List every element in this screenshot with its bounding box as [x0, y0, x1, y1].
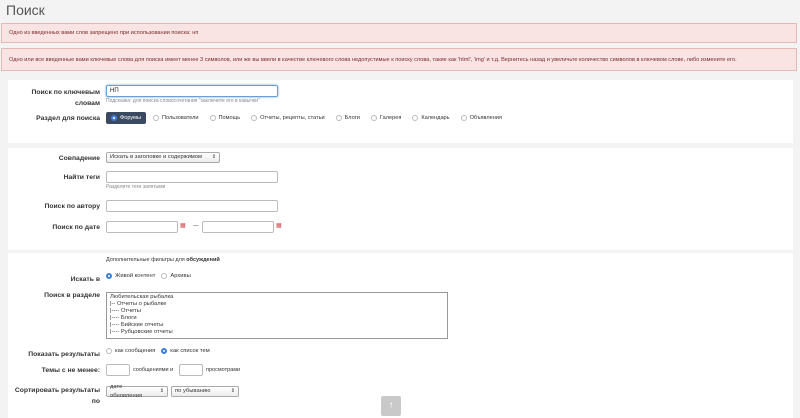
option-as-posts[interactable]: как сообщения [106, 348, 155, 354]
option-archives[interactable]: Архивы [161, 273, 191, 279]
tab-label: Календарь [421, 115, 450, 121]
extra-prefix: Дополнительные фильтры для [106, 257, 185, 263]
chevron-updown-icon: ⇕ [230, 388, 235, 394]
radio-icon [412, 115, 419, 121]
author-input[interactable] [106, 200, 278, 212]
search-section-label: Поиск в разделе [44, 292, 100, 299]
radio-icon [251, 115, 258, 121]
tags-label: Найти теги [63, 174, 100, 181]
filters-panel: Совпадение Искать в заголовке и содержим… [8, 148, 793, 250]
tab-reports[interactable]: Отчеты, рецепты, статьи [251, 112, 325, 124]
tab-label: Блоги [344, 115, 360, 121]
scroll-to-top-button[interactable]: ↑ [381, 396, 401, 416]
tab-label: Отчеты, рецепты, статьи [260, 115, 325, 121]
min-views-input[interactable] [179, 364, 203, 376]
radio-icon [106, 348, 112, 354]
radio-icon [161, 273, 168, 279]
option-label: как список тем [170, 348, 210, 354]
match-label: Совпадение [58, 155, 100, 162]
search-in-label: Искать в [70, 276, 100, 283]
tab-label: Галерея [379, 115, 402, 121]
keyword-panel: Поиск по ключевым словам НП Подсказка: д… [8, 80, 793, 143]
sort-order-value: по убыванию [175, 388, 211, 394]
tags-input[interactable] [106, 171, 278, 183]
tab-gallery[interactable]: Галерея [370, 112, 402, 124]
sort-by-select[interactable]: дате обновления ⇕ [106, 384, 168, 399]
chevron-updown-icon: ⇕ [159, 388, 164, 394]
min-topics-label: Темы с не менее: [41, 367, 100, 374]
sort-order-select[interactable]: по убыванию ⇕ [171, 386, 239, 397]
search-section-listbox[interactable]: Любительская рыбалка |-- Отчеты о рыбалк… [106, 292, 448, 339]
min-posts-input[interactable] [106, 364, 130, 376]
extra-filters-caption: Дополнительные фильтры для обсуждений [106, 257, 220, 263]
keywords-label: Поиск по ключевым словам [31, 89, 100, 107]
error-message-short-keyword: Одно или все введенные вами ключевые сло… [1, 48, 797, 71]
show-results-options: как сообщения как список тем [106, 348, 216, 354]
radio-icon [335, 115, 342, 121]
radio-icon [209, 115, 216, 121]
radio-icon [111, 115, 117, 121]
radio-icon [106, 273, 112, 279]
section-tabs: Форумы Пользователи Помощь Отчеты, рецеп… [106, 112, 513, 124]
page-title: Поиск [6, 2, 45, 18]
tab-calendar[interactable]: Календарь [412, 112, 450, 124]
date-separator: — [193, 223, 199, 229]
radio-icon [161, 348, 168, 354]
list-item[interactable]: |---- Отчеты [110, 308, 444, 315]
option-live-content[interactable]: Живой контент [106, 273, 155, 279]
list-item[interactable]: |-- Отчеты о рыбалке [110, 301, 444, 308]
tab-label: Помощь [218, 115, 241, 121]
show-results-label: Показать результаты [28, 351, 100, 358]
match-select[interactable]: Искать в заголовке и содержимом ⇕ [106, 152, 220, 163]
posts-label: сообщениями и [133, 367, 174, 373]
tab-label: Пользователи [162, 115, 199, 121]
tab-classifieds[interactable]: Объявления [460, 112, 502, 124]
extra-bold: обсуждений [186, 257, 220, 263]
keywords-input[interactable]: НП [106, 85, 278, 97]
radio-icon [460, 115, 467, 121]
views-label: просмотрами [206, 367, 241, 373]
sort-by-value: дате обновления [110, 383, 143, 399]
tab-users[interactable]: Пользователи [153, 112, 199, 124]
radio-icon [370, 115, 377, 121]
tab-label: Форумы [120, 115, 142, 121]
search-in-options: Живой контент Архивы [106, 273, 197, 279]
tab-forums[interactable]: Форумы [106, 112, 147, 124]
list-item[interactable]: |---- Блоги [110, 315, 444, 322]
date-to-input[interactable] [202, 221, 274, 233]
arrow-up-icon: ↑ [388, 400, 394, 411]
author-label: Поиск по автору [44, 203, 100, 210]
error-message-forbidden-word: Одно из введенных вами слов запрещено пр… [1, 23, 797, 43]
date-label: Поиск по дате [52, 224, 100, 231]
list-item[interactable]: |---- Бийские отчеты [110, 322, 444, 329]
radio-icon [153, 115, 160, 121]
discussion-filters-panel: Дополнительные фильтры для обсуждений Ис… [8, 253, 793, 418]
date-from-input[interactable] [106, 221, 178, 233]
tab-label: Объявления [469, 115, 502, 121]
list-item[interactable]: |---- Рубцовские отчеты [110, 329, 444, 336]
option-label: Живой контент [115, 273, 156, 279]
calendar-icon[interactable]: ▦ [180, 222, 186, 229]
sort-label: Сортировать результаты по [14, 387, 100, 405]
tab-blogs[interactable]: Блоги [335, 112, 360, 124]
option-as-topics[interactable]: как список тем [161, 348, 210, 354]
section-label: Раздел для поиска [36, 115, 100, 122]
tags-hint: Разделите теги запятыми [106, 184, 166, 190]
match-value: Искать в заголовке и содержимом [110, 154, 203, 160]
option-label: как сообщения [115, 348, 156, 354]
option-label: Архивы [170, 273, 191, 279]
calendar-icon[interactable]: ▦ [276, 222, 282, 229]
keywords-hint: Подсказка: для поиска словосочетания "за… [106, 98, 260, 104]
tab-help[interactable]: Помощь [209, 112, 241, 124]
list-item[interactable]: Любительская рыбалка [110, 294, 444, 301]
chevron-updown-icon: ⇕ [211, 154, 216, 160]
